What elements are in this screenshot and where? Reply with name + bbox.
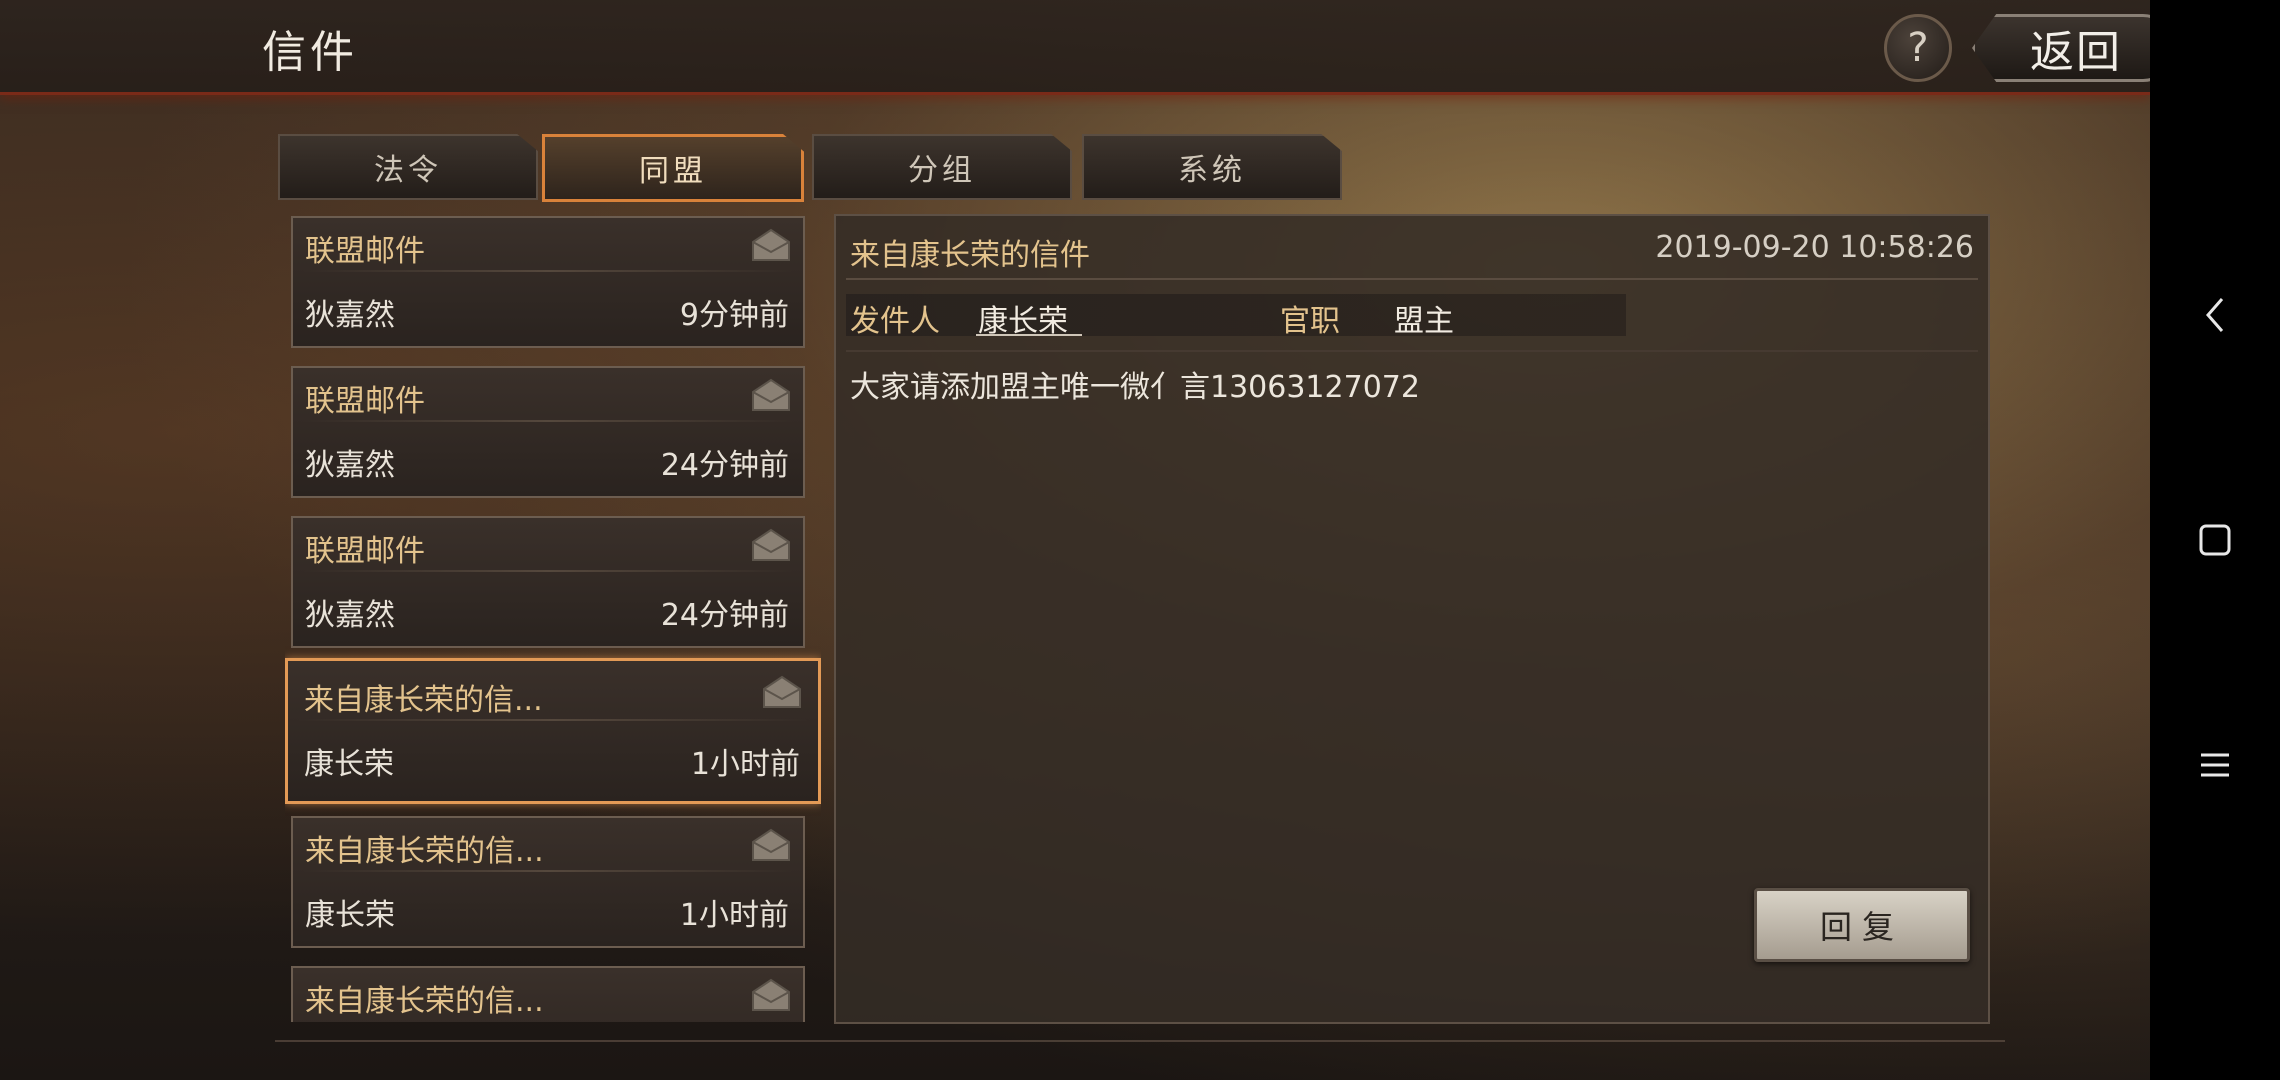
mail-detail-date: 2019-09-20 10:58:26 (1655, 230, 1974, 265)
mail-time: 24分钟前 (660, 598, 789, 633)
mail-body: 大家请添加盟主唯一微亻言13063127072 (850, 370, 1420, 405)
position-label: 官职 (1280, 304, 1340, 339)
mail-list-item[interactable]: 联盟邮件 狄嘉然 9分钟前 (291, 216, 805, 348)
mail-sender: 狄嘉然 (305, 298, 395, 333)
reply-button[interactable]: 回复 (1754, 888, 1970, 962)
divider (275, 1040, 2005, 1042)
mail-subject: 来自康长荣的信... (305, 984, 544, 1019)
envelope-icon (752, 828, 790, 861)
system-nav-bar (2150, 0, 2280, 1080)
mail-time: 1小时前 (679, 898, 789, 933)
divider (303, 420, 793, 422)
mail-meta-bar (846, 294, 1626, 336)
mail-sender: 康长荣 (304, 747, 394, 782)
menu-icon (2201, 753, 2229, 777)
tab-system[interactable]: 系统 (1082, 134, 1342, 200)
mail-subject: 来自康长荣的信... (304, 683, 543, 718)
mail-list-item[interactable]: 来自康长荣的信... 康长荣 1小时前 (291, 816, 805, 948)
mail-detail-title: 来自康长荣的信件 (850, 238, 1090, 273)
mail-list[interactable]: 联盟邮件 狄嘉然 9分钟前 联盟邮件 狄嘉然 24分钟前 联盟邮件 狄嘉然 24… (285, 210, 821, 1022)
mail-subject: 来自康长荣的信... (305, 834, 544, 869)
divider (846, 350, 1978, 352)
mail-sender: 狄嘉然 (305, 448, 395, 483)
divider (298, 719, 808, 721)
sender-underline (976, 334, 1082, 336)
mail-time: 1小时前 (690, 747, 800, 782)
mail-sender: 狄嘉然 (305, 598, 395, 633)
envelope-icon (763, 675, 801, 708)
divider (303, 270, 793, 272)
back-button-label[interactable]: 返回 (2030, 16, 2122, 80)
page-title: 信件 (262, 27, 358, 78)
mail-list-item[interactable]: 来自康长荣的信... (291, 966, 805, 1022)
mail-sender: 康长荣 (305, 898, 395, 933)
position-value: 盟主 (1394, 304, 1454, 339)
tab-group[interactable]: 分组 (812, 134, 1072, 200)
divider (846, 278, 1978, 280)
mail-subject: 联盟邮件 (305, 384, 425, 419)
nav-home-button[interactable] (2150, 495, 2280, 585)
mail-detail-panel: 来自康长荣的信件 2019-09-20 10:58:26 发件人 康长荣 官职 … (834, 214, 1990, 1024)
question-icon: ? (1907, 25, 1929, 71)
envelope-icon (752, 378, 790, 411)
mail-list-item[interactable]: 联盟邮件 狄嘉然 24分钟前 (291, 516, 805, 648)
mail-time: 24分钟前 (660, 448, 789, 483)
divider (303, 870, 793, 872)
nav-back-button[interactable] (2150, 270, 2280, 360)
envelope-icon (752, 228, 790, 261)
chevron-left-icon (2206, 298, 2224, 332)
mail-subject: 联盟邮件 (305, 234, 425, 269)
square-icon (2199, 524, 2231, 556)
mail-list-item[interactable]: 联盟邮件 狄嘉然 24分钟前 (291, 366, 805, 498)
nav-menu-button[interactable] (2150, 720, 2280, 810)
envelope-icon (752, 528, 790, 561)
mail-time: 9分钟前 (679, 298, 789, 333)
mail-list-item-selected[interactable]: 来自康长荣的信... 康长荣 1小时前 (285, 658, 821, 804)
tab-edict[interactable]: 法令 (278, 134, 538, 200)
divider (303, 570, 793, 572)
sender-label: 发件人 (850, 304, 940, 339)
mail-subject: 联盟邮件 (305, 534, 425, 569)
help-button[interactable]: ? (1884, 14, 1952, 82)
tab-alliance[interactable]: 同盟 (542, 134, 804, 202)
envelope-icon (752, 978, 790, 1011)
